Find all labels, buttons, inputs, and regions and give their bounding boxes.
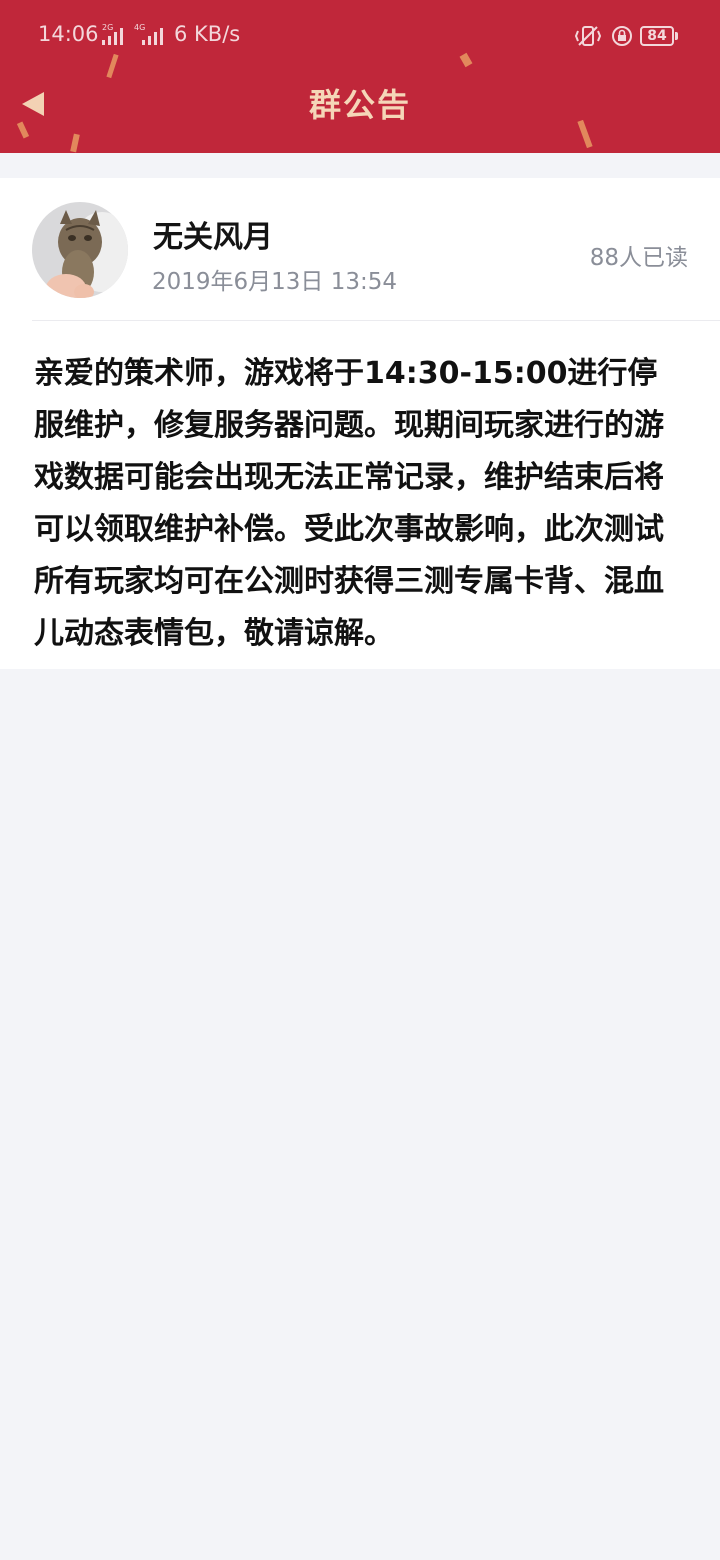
battery-icon: 84 <box>640 26 674 46</box>
rotation-lock-icon <box>612 26 632 46</box>
battery-tip <box>675 32 678 40</box>
net-speed: 6 KB/s <box>174 22 241 46</box>
notice-content: 亲爱的策术师，游戏将于14:30-15:00进行停服维护，修复服务器问题。现期间… <box>34 356 664 651</box>
notice-card: 无关风月 2019年6月13日 13:54 88人已读 亲爱的策术师，游戏将于1… <box>0 178 720 669</box>
header-bar: 14:06 2G 4G 6 KB/s 84 群公告 <box>0 0 720 153</box>
network-2-label: 4G <box>134 23 145 32</box>
network-1-label: 2G <box>102 23 113 32</box>
status-time: 14:06 <box>38 22 99 46</box>
signal-4g-icon: 4G <box>134 23 163 45</box>
avatar-cat-image <box>32 202 128 298</box>
read-count[interactable]: 88人已读 <box>590 238 688 272</box>
avatar[interactable] <box>32 202 128 298</box>
post-time: 2019年6月13日 13:54 <box>152 269 398 295</box>
page-title: 群公告 <box>308 86 411 124</box>
signal-2g-icon: 2G <box>102 23 123 45</box>
divider <box>32 320 720 321</box>
status-bar: 14:06 2G 4G 6 KB/s 84 <box>0 0 720 72</box>
confetti-decoration <box>70 133 80 153</box>
vibrate-mute-icon <box>574 26 602 46</box>
author-name: 无关风月 <box>153 220 273 255</box>
